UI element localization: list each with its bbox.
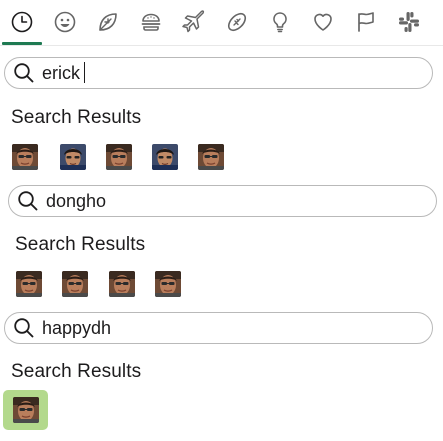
result-avatar[interactable] <box>109 271 135 297</box>
heart-icon <box>314 13 332 31</box>
selected-result[interactable] <box>3 390 48 430</box>
tab-recent[interactable] <box>4 6 40 38</box>
smiley-icon <box>54 11 76 33</box>
tab-smileys[interactable] <box>47 6 83 38</box>
result-avatar[interactable] <box>155 271 181 297</box>
search-icon <box>14 318 34 338</box>
search-results-heading: Search Results <box>11 361 142 382</box>
tab-nature[interactable] <box>90 6 126 38</box>
result-avatar[interactable] <box>13 397 39 423</box>
search-field-erick[interactable] <box>4 57 433 89</box>
result-avatar[interactable] <box>16 271 42 297</box>
tab-objects[interactable] <box>262 6 298 38</box>
search-field-happydh[interactable] <box>4 312 433 344</box>
search-icon <box>14 63 34 83</box>
tab-activities[interactable] <box>219 6 255 38</box>
result-avatar[interactable] <box>152 144 178 170</box>
emoji-picker: Search Results Search Results Search Res… <box>0 0 443 441</box>
search-field-dongho[interactable] <box>8 185 437 217</box>
slack-icon <box>399 12 419 32</box>
lightbulb-icon <box>273 12 287 33</box>
clock-icon <box>11 11 33 33</box>
text-cursor <box>84 62 85 83</box>
search-input[interactable] <box>46 190 346 212</box>
search-icon <box>18 191 38 211</box>
tab-flags[interactable] <box>348 6 384 38</box>
tab-travel[interactable] <box>176 6 212 38</box>
result-avatar[interactable] <box>60 144 86 170</box>
search-results-heading: Search Results <box>11 107 142 128</box>
result-avatar[interactable] <box>62 271 88 297</box>
category-tabbar <box>0 0 443 46</box>
airplane-icon <box>182 10 205 33</box>
flag-icon <box>358 12 374 32</box>
result-avatar[interactable] <box>106 144 132 170</box>
tab-food[interactable] <box>133 6 169 38</box>
football-icon <box>227 12 247 32</box>
search-results-heading: Search Results <box>15 234 146 255</box>
search-input[interactable] <box>42 62 342 84</box>
divider <box>0 45 443 46</box>
tab-symbols[interactable] <box>305 6 341 38</box>
burger-icon <box>141 13 161 31</box>
leaf-icon <box>99 13 117 31</box>
search-input[interactable] <box>42 317 342 339</box>
result-avatar[interactable] <box>198 144 224 170</box>
tab-custom[interactable] <box>391 6 427 38</box>
result-avatar[interactable] <box>12 144 38 170</box>
